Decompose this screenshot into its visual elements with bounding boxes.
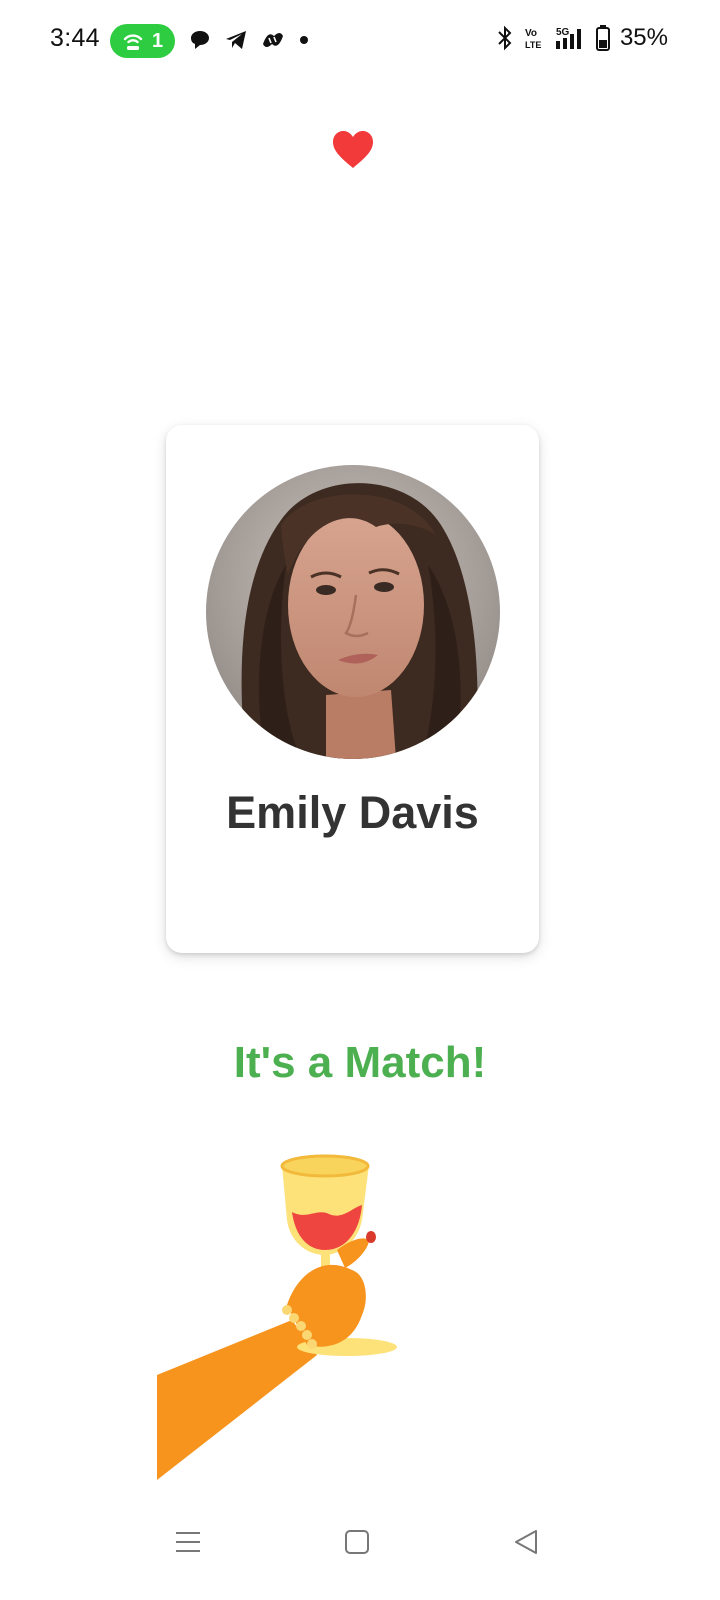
profile-name: Emily Davis (226, 787, 479, 838)
profile-avatar (206, 465, 500, 759)
hotspot-count: 1 (151, 29, 164, 52)
hotspot-icon (123, 34, 143, 50)
menu-icon (176, 1532, 200, 1552)
bluetooth-icon (498, 25, 512, 51)
battery-percent: 35% (619, 24, 668, 51)
volte-icon: Vo LTE (525, 28, 541, 50)
menu-button[interactable] (158, 1512, 218, 1572)
hotspot-indicator: 1 (110, 24, 175, 58)
svg-text:Vo: Vo (525, 28, 537, 39)
telegram-icon (226, 31, 246, 49)
back-icon (515, 1530, 537, 1554)
status-bar: 3:44 1 Vo LTE 5G 35% (0, 0, 720, 84)
signal-icon: 5G (555, 27, 581, 49)
home-button[interactable] (327, 1512, 387, 1572)
back-button[interactable] (496, 1512, 556, 1572)
profile-card[interactable]: Emily Davis (166, 425, 539, 953)
svg-text:5G: 5G (556, 27, 570, 38)
svg-text:LTE: LTE (525, 40, 541, 50)
navigation-bar (0, 1490, 720, 1600)
battery-icon (595, 25, 610, 51)
match-title: It's a Match! (233, 1038, 487, 1087)
notification-icons (188, 28, 310, 52)
status-time: 3:44 (50, 24, 100, 52)
system-icons: Vo LTE 5G 35% (496, 24, 668, 52)
home-icon (345, 1530, 369, 1554)
app-icon (263, 33, 283, 47)
dot-icon (300, 36, 308, 44)
chat-icon (191, 31, 209, 49)
toast-illustration (157, 1154, 397, 1480)
heart-icon (333, 131, 373, 168)
